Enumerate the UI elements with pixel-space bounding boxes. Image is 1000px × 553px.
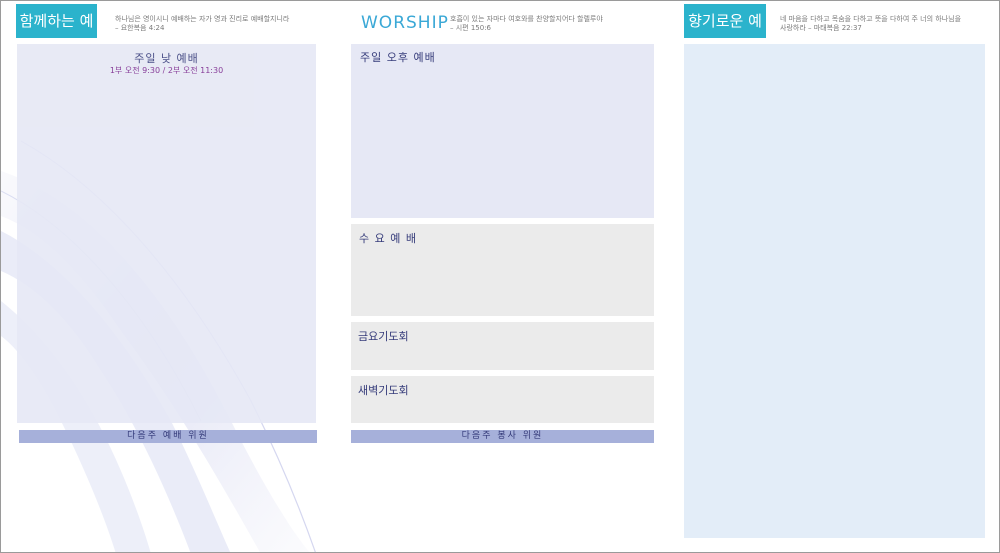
sunday-service-title: 주일 낮 예배 — [134, 52, 199, 65]
center-verse-line1: 호흡이 있는 자마다 여호와를 찬양할지어다 할렐루야 — [450, 15, 603, 23]
sunday-service-panel: 주일 낮 예배 1부 오전 9:30 / 2부 오전 11:30 — [17, 44, 316, 423]
next-week-service-committee-bar: 다음주 봉사 위원 — [351, 430, 654, 443]
left-verse-line1: 하나님은 영이시니 예배하는 자가 영과 진리로 예배할지니라 — [115, 15, 290, 23]
dawn-prayer-panel: 새벽기도회 — [351, 376, 654, 423]
center-verse-line2: – 시편 150:6 — [450, 24, 492, 32]
bulletin-page: 함께하는 예배 하나님은 영이시니 예배하는 자가 영과 진리로 예배할지니라 … — [0, 0, 1000, 553]
right-verse: 네 마음을 다하고 목숨을 다하고 뜻을 다하여 주 너의 하나님을 사랑하라 … — [780, 15, 961, 33]
right-title-badge: 향기로운 예물 — [684, 4, 766, 64]
wednesday-service-title: 수 요 예 배 — [359, 232, 417, 245]
right-verse-line1: 네 마음을 다하고 목숨을 다하고 뜻을 다하여 주 너의 하나님을 — [780, 15, 962, 23]
dawn-prayer-title: 새벽기도회 — [358, 384, 409, 397]
left-title-badge: 함께하는 예배 — [16, 4, 97, 64]
friday-prayer-panel: 금요기도회 — [351, 322, 654, 370]
wednesday-service-panel: 수 요 예 배 — [351, 224, 654, 316]
center-verse: 호흡이 있는 자마다 여호와를 찬양할지어다 할렐루야 – 시편 150:6 — [450, 15, 603, 33]
sunday-afternoon-panel: 주일 오후 예배 — [351, 44, 654, 218]
right-verse-line2: 사랑하라 – 마태복음 22:37 — [780, 24, 862, 32]
offering-panel — [684, 44, 985, 538]
friday-prayer-title: 금요기도회 — [358, 330, 409, 343]
next-week-worship-committee-bar: 다음주 예배 위원 — [19, 430, 317, 443]
worship-heading: WORSHIP — [361, 13, 449, 33]
left-verse-line2: – 요한복음 4:24 — [115, 24, 165, 32]
left-verse: 하나님은 영이시니 예배하는 자가 영과 진리로 예배할지니라 – 요한복음 4… — [115, 15, 289, 33]
sunday-afternoon-title: 주일 오후 예배 — [360, 51, 436, 64]
sunday-service-times: 1부 오전 9:30 / 2부 오전 11:30 — [109, 66, 224, 75]
